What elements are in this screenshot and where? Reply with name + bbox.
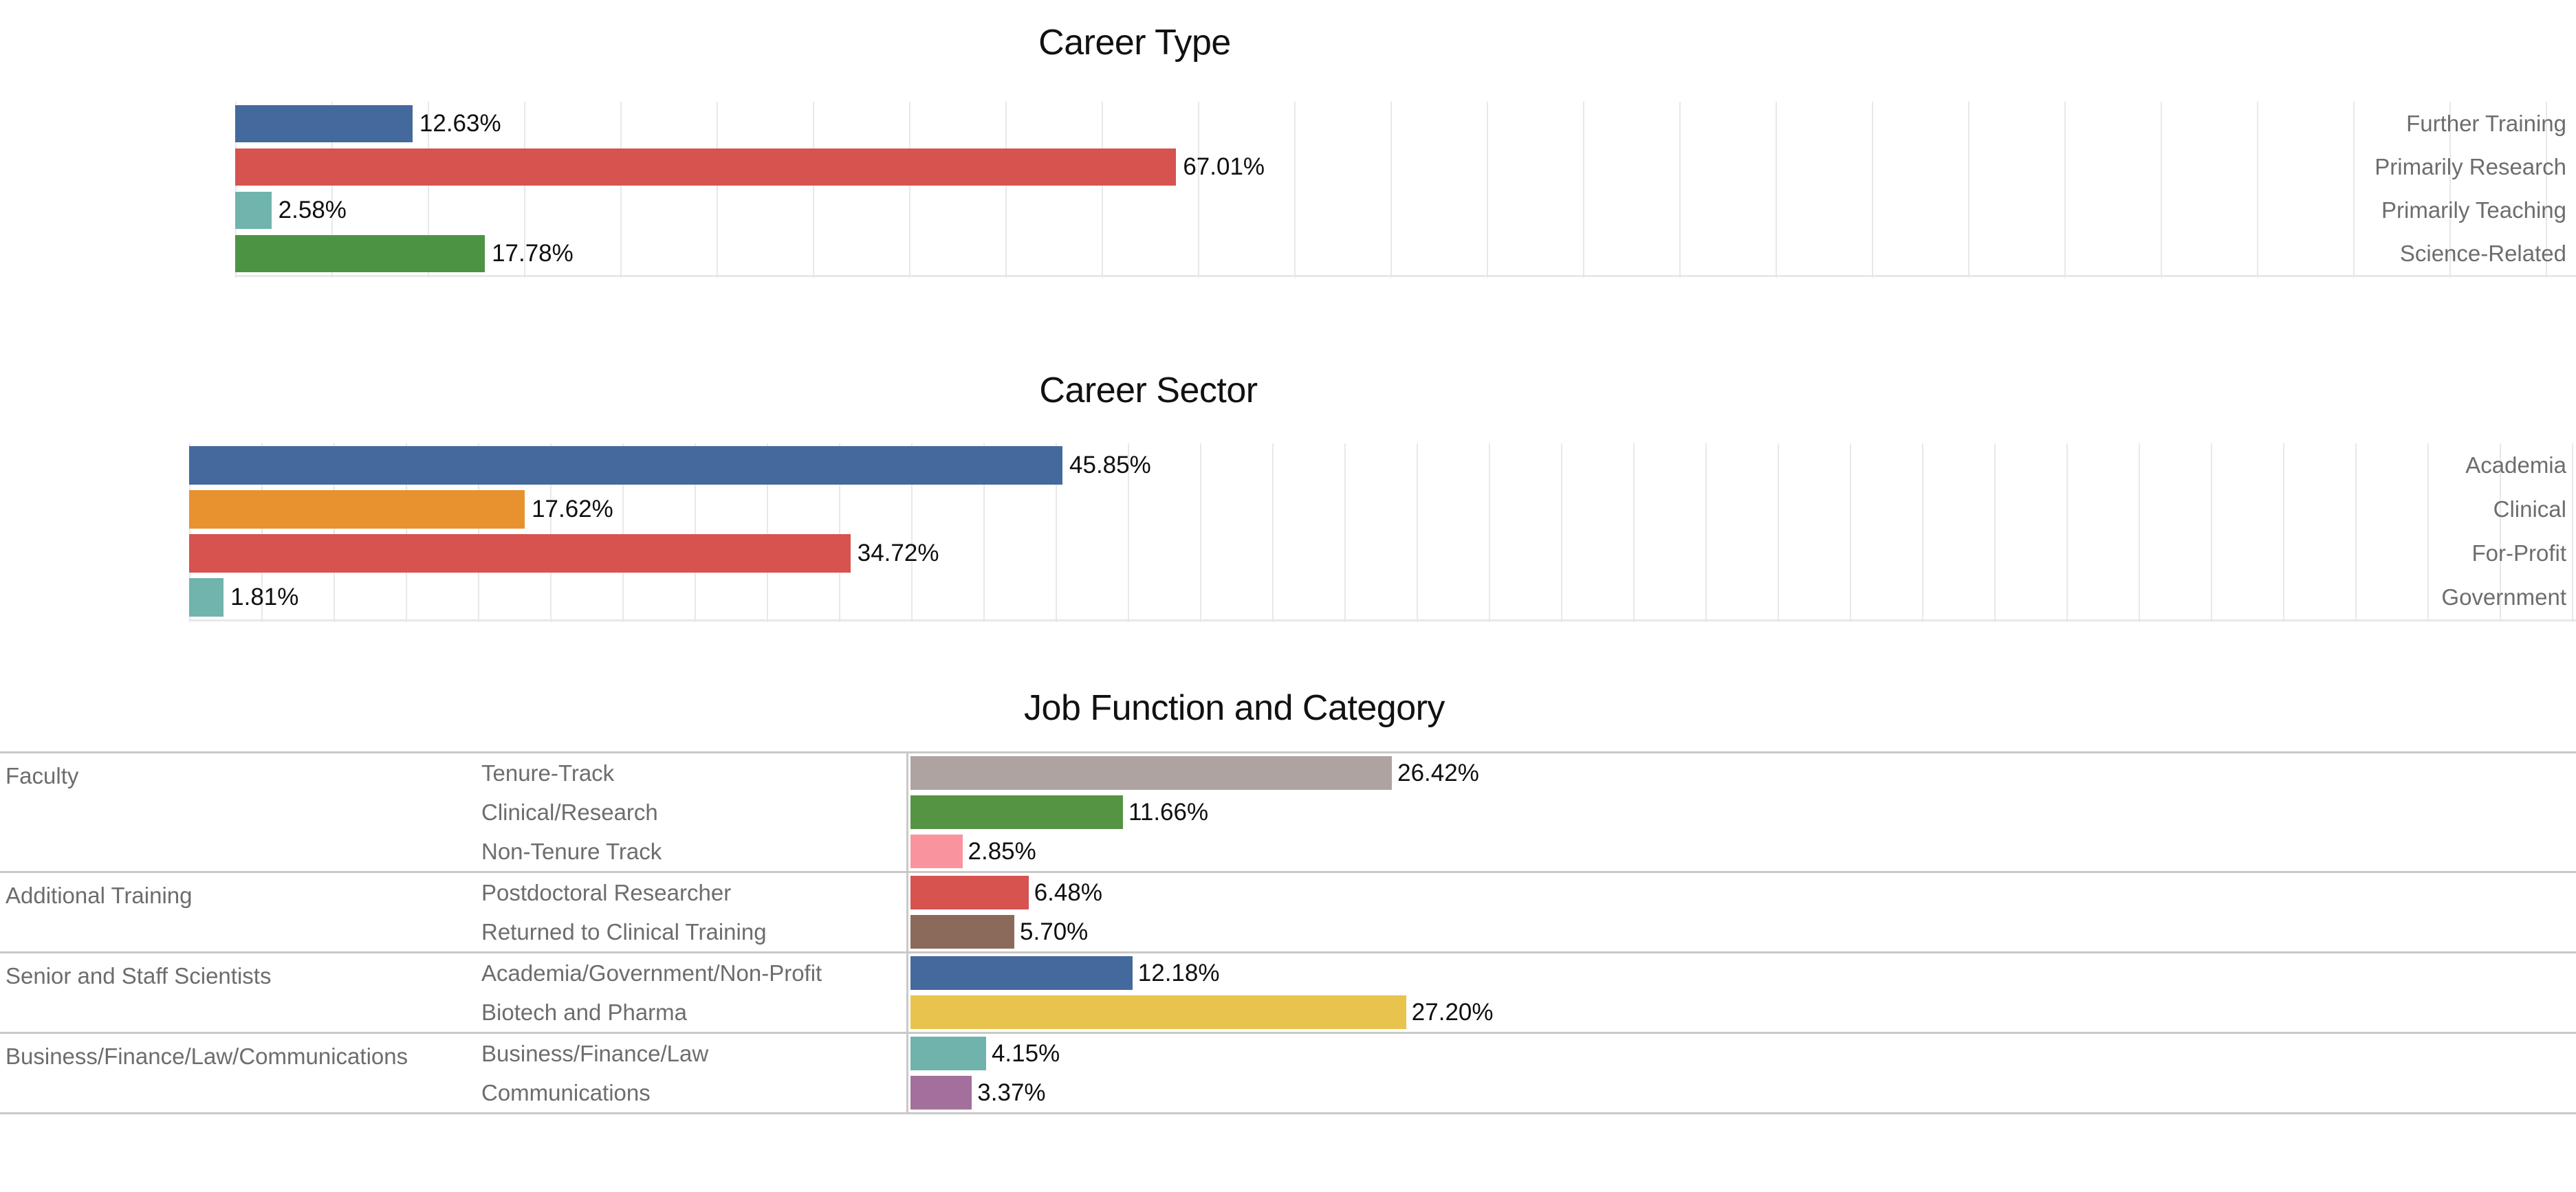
- bar-track: 17.62%: [189, 487, 2576, 531]
- subcategory-label: Tenure-Track: [481, 760, 615, 786]
- bar[interactable]: [910, 1037, 986, 1070]
- chart-group: Senior and Staff Scientists Academia/Gove…: [0, 951, 2576, 1032]
- bar-track: 45.85%: [189, 443, 2576, 487]
- chart-row[interactable]: Business/Finance/Law 4.15%: [0, 1034, 2576, 1073]
- subcategory-label: Returned to Clinical Training: [481, 918, 767, 945]
- bar-value-label: 34.72%: [857, 540, 939, 566]
- chart-row[interactable]: Tenure-Track 26.42%: [0, 753, 2576, 793]
- chart-row[interactable]: Communications 3.37%: [0, 1073, 2576, 1112]
- chart-row[interactable]: Academia 45.85%: [0, 443, 2576, 487]
- bar-track: 17.78%: [235, 232, 2576, 275]
- subcategory-label: Business/Finance/Law: [481, 1040, 709, 1066]
- chart-row[interactable]: Clinical 17.62%: [0, 487, 2576, 531]
- bar[interactable]: [235, 234, 485, 272]
- bar-track: 2.85%: [906, 832, 2576, 871]
- bar[interactable]: [910, 995, 1406, 1029]
- subcategory-label: Academia/Government/Non-Profit: [481, 960, 822, 986]
- bar-value-label: 45.85%: [1069, 452, 1151, 478]
- bar[interactable]: [189, 578, 224, 617]
- chart-row[interactable]: Further Training 12.63%: [0, 102, 2576, 145]
- bar-track: 27.20%: [906, 993, 2576, 1032]
- bar-track: 6.48%: [906, 873, 2576, 912]
- bar[interactable]: [910, 795, 1123, 829]
- chart-title-career-type: Career Type: [1038, 23, 1231, 63]
- bar[interactable]: [235, 191, 272, 229]
- chart-row[interactable]: Returned to Clinical Training 5.70%: [0, 912, 2576, 951]
- chart-row[interactable]: Academia/Government/Non-Profit 12.18%: [0, 953, 2576, 993]
- chart-row[interactable]: For-Profit 34.72%: [0, 531, 2576, 575]
- bar[interactable]: [235, 148, 1177, 186]
- bar-value-label: 3.37%: [977, 1079, 1046, 1106]
- chart-title-career-sector: Career Sector: [1039, 371, 1258, 410]
- bar-track: 67.01%: [235, 145, 2576, 188]
- bar-value-label: 27.20%: [1411, 998, 1494, 1026]
- bar-track: 26.42%: [906, 753, 2576, 793]
- career-sector-chart: Academia 45.85% Clinical 17.62% For-Profit 34…: [0, 443, 2576, 622]
- chart-row[interactable]: Clinical/Research 11.66%: [0, 793, 2576, 832]
- chart-group: Faculty Tenure-Track 26.42% Clinical/Resear…: [0, 751, 2576, 871]
- subcategory-label: Postdoctoral Researcher: [481, 879, 732, 905]
- bar-value-label: 2.58%: [278, 196, 347, 223]
- bar-value-label: 12.63%: [419, 109, 501, 137]
- bar-value-label: 5.70%: [1020, 918, 1089, 945]
- subcategory-label: Clinical/Research: [481, 799, 658, 825]
- bar[interactable]: [910, 876, 1029, 909]
- bar-value-label: 26.42%: [1397, 759, 1479, 786]
- career-type-chart: Further Training 12.63% Primarily Research…: [0, 102, 2576, 278]
- chart-title-job-function: Job Function and Category: [1024, 688, 1445, 728]
- subcategory-label: Communications: [481, 1079, 651, 1105]
- bar-value-label: 6.48%: [1034, 879, 1102, 906]
- chart-row[interactable]: Biotech and Pharma 27.20%: [0, 993, 2576, 1032]
- bar[interactable]: [910, 915, 1015, 949]
- subcategory-label: Biotech and Pharma: [481, 999, 688, 1025]
- bar-track: 11.66%: [906, 793, 2576, 832]
- chart-group: Additional Training Postdoctoral Research…: [0, 871, 2576, 951]
- bar-value-label: 11.66%: [1128, 798, 1209, 826]
- bar-track: 4.15%: [906, 1034, 2576, 1073]
- bar-value-label: 12.18%: [1137, 959, 1220, 986]
- bar-value-label: 2.85%: [968, 837, 1036, 865]
- bar-track: 34.72%: [189, 531, 2576, 575]
- bar-track: 1.81%: [189, 575, 2576, 619]
- chart-row[interactable]: Science-Related 17.78%: [0, 232, 2576, 275]
- bar-value-label: 4.15%: [991, 1039, 1060, 1067]
- bar-value-label: 17.78%: [492, 239, 574, 267]
- chart-group-rows: Tenure-Track 26.42% Clinical/Research 11.66…: [0, 753, 2576, 871]
- bar[interactable]: [910, 1076, 972, 1110]
- bar-value-label: 1.81%: [230, 584, 299, 610]
- subcategory-label: Non-Tenure Track: [481, 838, 662, 864]
- bar-track: 3.37%: [906, 1073, 2576, 1112]
- bar-track: 2.58%: [235, 188, 2576, 232]
- axis-baseline: [189, 619, 2576, 621]
- axis-baseline: [235, 275, 2576, 277]
- bar-track: 12.18%: [906, 953, 2576, 993]
- chart-row[interactable]: Postdoctoral Researcher 6.48%: [0, 873, 2576, 912]
- chart-group-rows: Postdoctoral Researcher 6.48% Returned to …: [0, 873, 2576, 951]
- bar-track: 12.63%: [235, 102, 2576, 145]
- bar[interactable]: [910, 956, 1133, 990]
- bar-value-label: 17.62%: [532, 496, 613, 522]
- bar[interactable]: [189, 490, 525, 529]
- chart-row[interactable]: Primarily Teaching 2.58%: [0, 188, 2576, 232]
- bar[interactable]: [910, 756, 1393, 790]
- bar[interactable]: [189, 534, 851, 573]
- bar[interactable]: [910, 835, 963, 868]
- chart-row[interactable]: Government 1.81%: [0, 575, 2576, 619]
- bar[interactable]: [189, 446, 1063, 485]
- chart-group: Business/Finance/Law/Communications Busin…: [0, 1032, 2576, 1114]
- chart-group-rows: Business/Finance/Law 4.15% Communications 3…: [0, 1034, 2576, 1112]
- chart-row[interactable]: Non-Tenure Track 2.85%: [0, 832, 2576, 871]
- bar-track: 5.70%: [906, 912, 2576, 951]
- chart-group-rows: Academia/Government/Non-Profit 12.18% Biot…: [0, 953, 2576, 1032]
- chart-row[interactable]: Primarily Research 67.01%: [0, 145, 2576, 188]
- bar[interactable]: [235, 104, 413, 142]
- bar-value-label: 67.01%: [1183, 153, 1265, 180]
- job-function-chart: Faculty Tenure-Track 26.42% Clinical/Resear…: [0, 751, 2576, 1114]
